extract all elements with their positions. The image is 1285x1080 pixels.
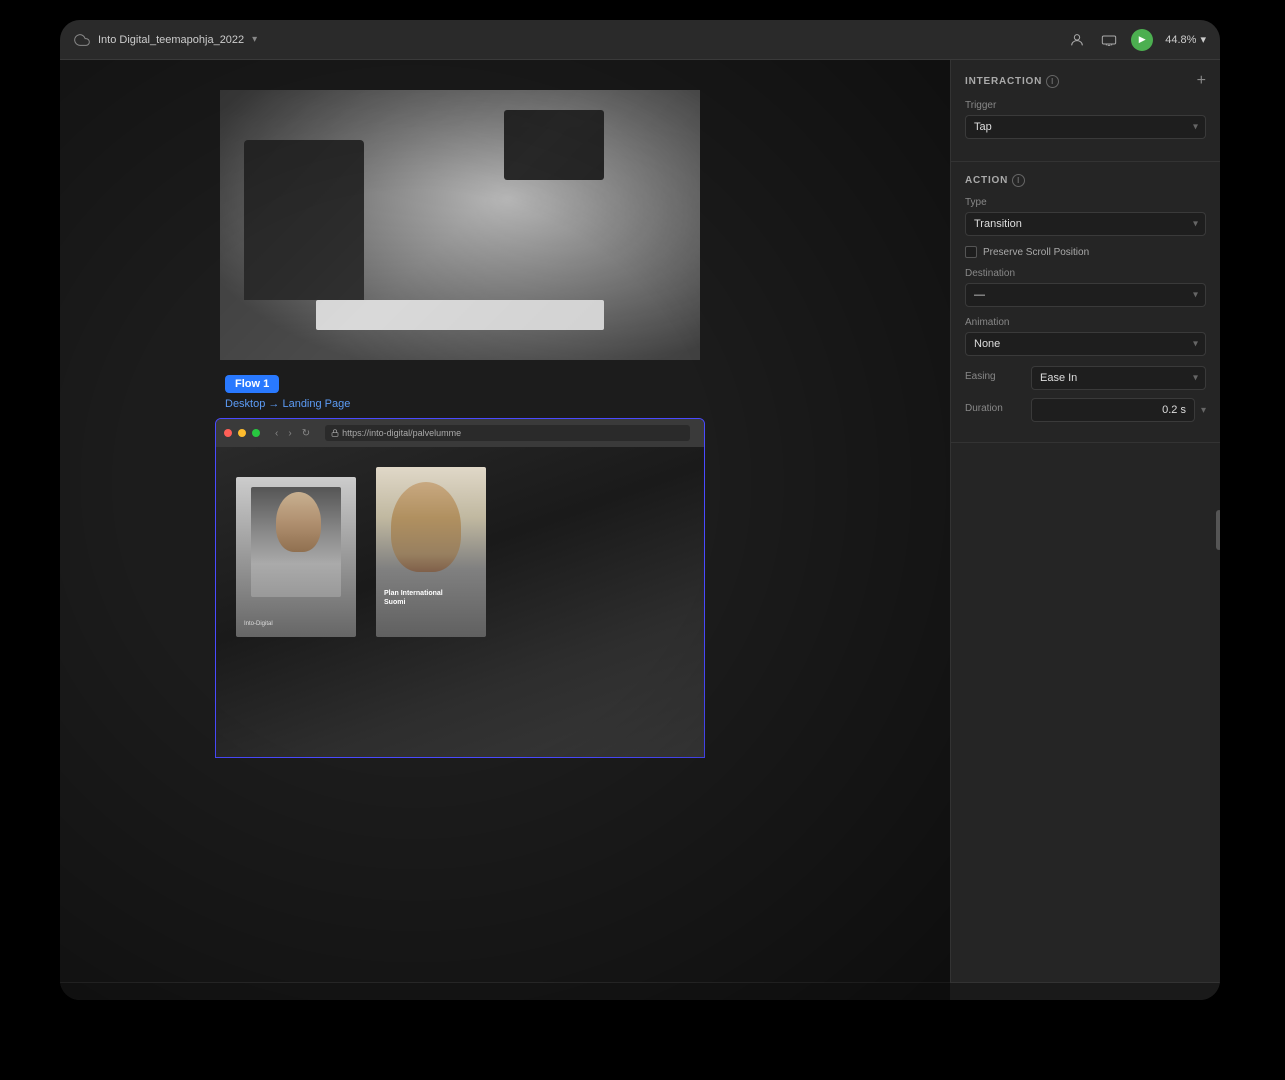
office-photo — [220, 90, 700, 360]
scroll-handle[interactable] — [1216, 510, 1220, 550]
interaction-section-header: INTERACTION i + — [965, 72, 1206, 90]
destination-label: Destination — [965, 268, 1206, 279]
desk-shape — [316, 300, 604, 330]
type-select[interactable]: Transition — [965, 212, 1206, 236]
preserve-scroll-checkbox[interactable] — [965, 246, 977, 258]
preserve-scroll-row: Preserve Scroll Position — [965, 246, 1206, 258]
lock-icon — [331, 429, 339, 437]
destination-row: Destination — — [965, 268, 1206, 307]
easing-select-wrapper: Ease In — [1031, 366, 1206, 390]
animation-select-wrapper: None — [965, 332, 1206, 356]
chair-shape — [244, 140, 364, 300]
animation-label: Animation — [965, 317, 1206, 328]
browser-content: Into-Digital Plan International Suomi — [216, 447, 704, 757]
duration-row: Duration 0.2 s ▾ — [965, 398, 1206, 422]
monitor-shape — [504, 110, 604, 180]
trigger-select-wrapper: Tap — [965, 115, 1206, 139]
type-row: Type Transition — [965, 197, 1206, 236]
interaction-info-icon[interactable]: i — [1046, 75, 1059, 88]
destination-select-wrapper: — — [965, 283, 1206, 307]
animation-row: Animation None — [965, 317, 1206, 356]
duration-value-wrapper: 0.2 s ▾ — [1031, 398, 1206, 422]
poster-2-line1: Plan International Suomi — [384, 589, 443, 607]
easing-select[interactable]: Ease In — [1031, 366, 1206, 390]
trigger-row: Trigger Tap — [965, 100, 1206, 139]
forward-button[interactable]: › — [285, 427, 294, 440]
play-button[interactable]: ▶ — [1131, 29, 1153, 51]
poster-2: Plan International Suomi — [376, 467, 486, 637]
interaction-section: INTERACTION i + Trigger Tap — [951, 60, 1220, 162]
destination-select[interactable]: — — [965, 283, 1206, 307]
device-icon[interactable] — [1099, 30, 1119, 50]
trigger-select[interactable]: Tap — [965, 115, 1206, 139]
face-shape-1 — [276, 492, 321, 552]
preserve-scroll-label: Preserve Scroll Position — [983, 247, 1089, 258]
interaction-title: INTERACTION i — [965, 75, 1059, 88]
browser-toolbar: ‹ › ↻ https://into-digital/palvelumme — [216, 419, 704, 447]
top-bar-right: ▶ 44.8% ▾ — [1067, 29, 1206, 51]
address-bar[interactable]: https://into-digital/palvelumme — [325, 425, 690, 441]
url-text: https://into-digital/palvelumme — [342, 428, 461, 438]
action-section: ACTION i Type Transition Preserve Scroll… — [951, 162, 1220, 443]
action-title: ACTION i — [965, 174, 1025, 187]
duration-dropdown-arrow[interactable]: ▾ — [1201, 405, 1206, 416]
browser-nav: ‹ › ↻ — [272, 427, 313, 440]
top-bar-left: Into Digital_teemapohja_2022 ▾ — [74, 32, 257, 48]
person-silhouette-1 — [251, 487, 341, 597]
zoom-control[interactable]: 44.8% ▾ — [1165, 33, 1206, 46]
office-image-top — [220, 90, 700, 360]
refresh-button[interactable]: ↻ — [299, 427, 313, 440]
browser-maximize-dot — [252, 429, 260, 437]
laptop-frame: Into Digital_teemapohja_2022 ▾ ▶ — [60, 20, 1220, 1000]
right-panel: INTERACTION i + Trigger Tap ACTION i — [950, 60, 1220, 1000]
play-icon: ▶ — [1139, 34, 1146, 45]
action-info-icon[interactable]: i — [1012, 174, 1025, 187]
flow-label[interactable]: Flow 1 — [225, 375, 279, 393]
animation-select[interactable]: None — [965, 332, 1206, 356]
browser-close-dot — [224, 429, 232, 437]
cloud-icon — [74, 32, 90, 48]
laptop-bottom-bezel — [60, 982, 1220, 1000]
poster-1: Into-Digital — [236, 477, 356, 637]
project-dropdown-arrow[interactable]: ▾ — [252, 34, 257, 45]
easing-label: Easing — [965, 371, 1025, 382]
type-label: Type — [965, 197, 1206, 208]
poster-1-text: Into-Digital — [244, 621, 273, 627]
browser-mockup: ‹ › ↻ https://into-digital/palvelumme — [215, 418, 705, 758]
duration-input-row: 0.2 s ▾ — [1031, 398, 1206, 422]
browser-minimize-dot — [238, 429, 246, 437]
interaction-add-button[interactable]: + — [1197, 72, 1206, 90]
easing-row: Easing Ease In — [965, 366, 1206, 390]
zoom-value: 44.8% — [1165, 34, 1196, 46]
face-shape-2 — [391, 482, 461, 572]
action-section-header: ACTION i — [965, 174, 1206, 187]
canvas-area: Flow 1 Desktop → Landing Page ‹ › ↻ — [60, 60, 950, 1000]
back-button[interactable]: ‹ — [272, 427, 281, 440]
trigger-label: Trigger — [965, 100, 1206, 111]
profile-icon[interactable] — [1067, 30, 1087, 50]
duration-label: Duration — [965, 403, 1025, 414]
desktop-label: Desktop → Landing Page — [225, 398, 350, 410]
top-bar: Into Digital_teemapohja_2022 ▾ ▶ — [60, 20, 1220, 60]
type-select-wrapper: Transition — [965, 212, 1206, 236]
zoom-dropdown-arrow: ▾ — [1200, 33, 1206, 46]
project-title: Into Digital_teemapohja_2022 — [98, 34, 244, 46]
duration-value[interactable]: 0.2 s — [1031, 398, 1195, 422]
